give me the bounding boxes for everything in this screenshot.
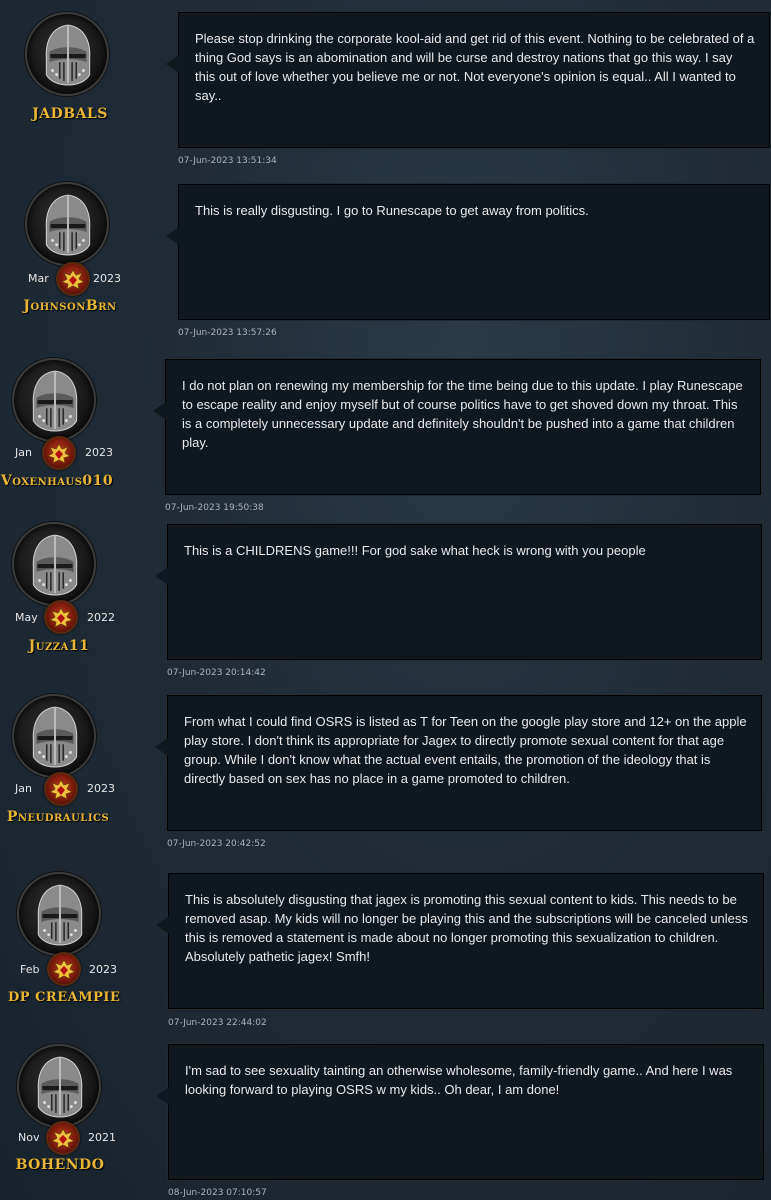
post-bubble: I do not plan on renewing my membership … bbox=[153, 359, 761, 495]
avatar[interactable] bbox=[17, 872, 101, 956]
post-timestamp: 07-Jun-2023 13:57:26 bbox=[178, 328, 277, 338]
username[interactable]: BOHENDO bbox=[10, 1157, 110, 1173]
membership-crest-icon bbox=[50, 779, 72, 800]
avatar[interactable] bbox=[12, 522, 96, 606]
member-since-year: 2022 bbox=[87, 611, 115, 624]
post-text: From what I could find OSRS is listed as… bbox=[184, 714, 747, 786]
post-bubble: This is a CHILDRENS game!!! For god sake… bbox=[155, 524, 762, 660]
post-text: This is absolutely disgusting that jagex… bbox=[185, 892, 748, 964]
helmet-avatar-icon bbox=[32, 370, 78, 432]
post-text: I do not plan on renewing my membership … bbox=[182, 378, 743, 450]
helmet-avatar-icon bbox=[32, 534, 78, 596]
avatar[interactable] bbox=[12, 358, 96, 442]
username[interactable]: Juzza11 bbox=[5, 638, 113, 654]
membership-crest-icon bbox=[48, 443, 70, 464]
username[interactable]: JADBALS bbox=[20, 106, 120, 122]
member-since-month: Feb bbox=[20, 963, 40, 976]
avatar[interactable] bbox=[25, 12, 109, 96]
post-timestamp: 08-Jun-2023 07:10:57 bbox=[168, 1188, 267, 1198]
helmet-avatar-icon bbox=[37, 884, 83, 946]
member-since-month: May bbox=[15, 611, 38, 624]
membership-badge bbox=[46, 1121, 80, 1155]
post-bubble: This is absolutely disgusting that jagex… bbox=[156, 873, 764, 1009]
helmet-avatar-icon bbox=[37, 1056, 83, 1118]
post-bubble: I'm sad to see sexuality tainting an oth… bbox=[156, 1044, 764, 1180]
post-bubble: Please stop drinking the corporate kool-… bbox=[166, 12, 770, 148]
username[interactable]: DP CREAMPIE bbox=[8, 990, 120, 1005]
member-since-year: 2023 bbox=[89, 963, 117, 976]
helmet-avatar-icon bbox=[45, 194, 91, 256]
member-since-month: Nov bbox=[18, 1131, 40, 1144]
membership-badge bbox=[56, 262, 90, 296]
avatar[interactable] bbox=[12, 694, 96, 778]
post-text: This is really disgusting. I go to Runes… bbox=[195, 203, 589, 218]
member-since-month: Jan bbox=[15, 446, 32, 459]
member-since-year: 2023 bbox=[85, 446, 113, 459]
avatar[interactable] bbox=[25, 182, 109, 266]
post-bubble: This is really disgusting. I go to Runes… bbox=[166, 184, 770, 320]
avatar[interactable] bbox=[17, 1044, 101, 1128]
post-timestamp: 07-Jun-2023 13:51:34 bbox=[178, 156, 277, 166]
member-since-year: 2021 bbox=[88, 1131, 116, 1144]
membership-crest-icon bbox=[62, 269, 84, 290]
membership-badge bbox=[44, 772, 78, 806]
post-text: Please stop drinking the corporate kool-… bbox=[195, 31, 755, 103]
post-timestamp: 07-Jun-2023 19:50:38 bbox=[165, 503, 264, 513]
post-bubble: From what I could find OSRS is listed as… bbox=[155, 695, 762, 831]
membership-badge bbox=[42, 436, 76, 470]
member-since-year: 2023 bbox=[93, 272, 121, 285]
helmet-avatar-icon bbox=[45, 24, 91, 86]
username[interactable]: Voxenhaus010 bbox=[0, 473, 114, 489]
username[interactable]: Pneudraulics bbox=[0, 809, 116, 825]
membership-badge bbox=[47, 952, 81, 986]
helmet-avatar-icon bbox=[32, 706, 78, 768]
membership-crest-icon bbox=[50, 607, 72, 628]
post-text: This is a CHILDRENS game!!! For god sake… bbox=[184, 543, 646, 558]
post-timestamp: 07-Jun-2023 20:42:52 bbox=[167, 839, 266, 849]
post-text: I'm sad to see sexuality tainting an oth… bbox=[185, 1063, 733, 1097]
username[interactable]: JohnsonBrn bbox=[20, 298, 120, 314]
membership-crest-icon bbox=[53, 959, 75, 980]
post-timestamp: 07-Jun-2023 22:44:02 bbox=[168, 1018, 267, 1028]
member-since-year: 2023 bbox=[87, 782, 115, 795]
member-since-month: Mar bbox=[28, 272, 49, 285]
membership-badge bbox=[44, 600, 78, 634]
post-timestamp: 07-Jun-2023 20:14:42 bbox=[167, 668, 266, 678]
member-since-month: Jan bbox=[15, 782, 32, 795]
membership-crest-icon bbox=[52, 1128, 74, 1149]
